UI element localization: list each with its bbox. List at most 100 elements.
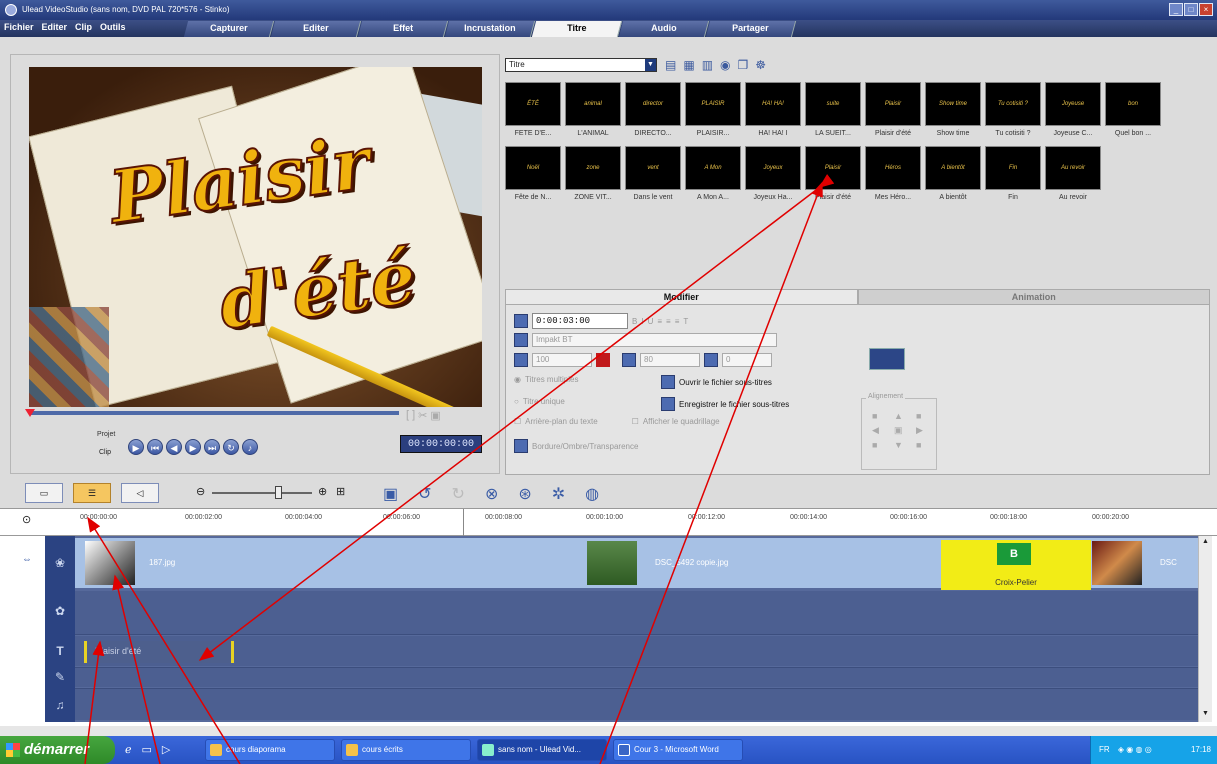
thumb-item[interactable]: Joyeux Joyeux Ha... <box>745 146 801 208</box>
scroll-down-icon[interactable]: ▼ <box>1202 710 1209 717</box>
copy-icon[interactable]: ❐ <box>738 58 749 72</box>
bold-icon[interactable]: B <box>632 317 637 326</box>
color-selector[interactable] <box>869 348 905 370</box>
audio-view-icon[interactable]: ◁ <box>121 483 159 503</box>
thumb-item[interactable]: Noël Fête de N... <box>505 146 561 208</box>
thumb-item[interactable]: HA! HA! HA! HA! I <box>745 82 801 144</box>
previous-frame-icon[interactable]: ◀ <box>166 439 182 455</box>
tab-audio[interactable]: Audio <box>618 21 710 37</box>
tab-capturer[interactable]: Capturer <box>183 21 275 37</box>
tab-modifier[interactable]: Modifier <box>505 289 858 304</box>
tray-icons[interactable]: ◈ ◉ ◍ ◎ <box>1118 745 1152 754</box>
align-left-icon[interactable]: ≡ <box>657 317 662 326</box>
ruler-menu-icon[interactable]: ⊙ <box>22 513 31 526</box>
thumb-item[interactable]: Plaisir Plaisir d'été <box>865 82 921 144</box>
undo-icon[interactable]: ↺ <box>418 484 431 504</box>
zoom-out-icon[interactable]: ⊖ <box>196 485 205 498</box>
size-field[interactable]: 100 <box>532 353 592 367</box>
thumb-item[interactable]: bon Quel bon ... <box>1105 82 1161 144</box>
clip-thumbnail-187[interactable] <box>85 541 135 585</box>
align-tl-icon[interactable]: ■ <box>872 411 890 421</box>
timeline-scrollbar[interactable]: ▲ ▼ <box>1198 536 1212 722</box>
thumb-item[interactable]: Joyeuse Joyeuse C... <box>1045 82 1101 144</box>
storyboard-view-icon[interactable]: ▭ <box>25 483 63 503</box>
batch-icon[interactable]: ⊛ <box>518 484 531 504</box>
thumb-item[interactable]: PLAISIR PLAISIR... <box>685 82 741 144</box>
scroll-up-icon[interactable]: ▲ <box>1202 538 1209 545</box>
minimize-icon[interactable]: _ <box>1169 3 1183 16</box>
library-category-select[interactable]: Titre <box>505 58 657 72</box>
align-right-icon[interactable]: ≡ <box>675 317 680 326</box>
radio-single-title[interactable]: ○ <box>514 397 519 406</box>
menu-fichier[interactable]: Fichier <box>4 22 34 32</box>
smart-render-icon[interactable]: ⊗ <box>485 484 498 504</box>
desktop-icon[interactable]: ▭ <box>142 743 152 756</box>
tab-editer[interactable]: Editer <box>270 21 362 37</box>
zoom-in-icon[interactable]: ⊕ <box>318 485 327 498</box>
mix-audio-icon[interactable]: ✲ <box>552 484 565 504</box>
task-cours-ecrits[interactable]: cours écrits <box>341 739 471 761</box>
tab-incrustation[interactable]: Incrustation <box>444 21 536 37</box>
chevron-down-icon[interactable]: ▼ <box>645 59 656 71</box>
language-indicator[interactable]: FR <box>1099 745 1110 754</box>
fullscreen-icon[interactable]: ▣ <box>430 409 440 422</box>
align-bl-icon[interactable]: ■ <box>872 440 890 450</box>
tab-animation[interactable]: Animation <box>857 289 1210 304</box>
thumb-item[interactable]: suite LA SUEIT... <box>805 82 861 144</box>
volume-icon[interactable]: ♪ <box>242 439 258 455</box>
next-frame-icon[interactable]: ▶ <box>185 439 201 455</box>
zoom-slider[interactable] <box>212 492 312 494</box>
tab-effet[interactable]: Effet <box>357 21 449 37</box>
align-ml-icon[interactable]: ◀ <box>872 425 890 436</box>
scrub-bar[interactable] <box>29 411 399 415</box>
border-button[interactable]: Bordure/Ombre/Transparence <box>532 442 638 451</box>
open-subtitles-button[interactable]: Ouvrir le fichier sous-titres <box>679 378 772 387</box>
tab-titre[interactable]: Titre <box>531 21 623 37</box>
align-tr-icon[interactable]: ■ <box>916 411 934 421</box>
clip-label-4[interactable]: DSC <box>1160 558 1177 567</box>
title-clip[interactable]: Plaisir d'été <box>84 641 234 663</box>
thumb-item[interactable]: A Mon A Mon A... <box>685 146 741 208</box>
align-br-icon[interactable]: ■ <box>916 440 934 450</box>
thumb-item[interactable]: animal L'ANIMAL <box>565 82 621 144</box>
zoom-slider-handle[interactable] <box>275 486 282 499</box>
task-cours-diaporama[interactable]: cours diaporama <box>205 739 335 761</box>
timeline-view-icon[interactable]: ☰ <box>73 483 111 503</box>
grid-icon[interactable]: ▥ <box>702 58 713 72</box>
folder-icon[interactable]: ▤ <box>665 58 676 72</box>
task-ulead[interactable]: sans nom - Ulead Vid... <box>477 739 607 761</box>
insert-media-icon[interactable]: ▣ <box>383 484 398 504</box>
line-spacing-field[interactable]: 80 <box>640 353 700 367</box>
home-icon[interactable]: ⏮ <box>147 439 163 455</box>
menu-editer[interactable]: Editer <box>42 22 68 32</box>
thumb-item[interactable]: director DIRECTO... <box>625 82 681 144</box>
options-icon[interactable]: ☸ <box>755 58 766 72</box>
media-icon[interactable]: ▷ <box>162 743 170 756</box>
maximize-icon[interactable]: □ <box>1184 3 1198 16</box>
duration-field[interactable]: 0:00:03:00 <box>532 313 628 329</box>
clip-label[interactable]: Clip <box>99 449 125 459</box>
thumb-item[interactable]: Show time Show time <box>925 82 981 144</box>
track-manager-icon[interactable]: ⇔ <box>22 554 32 565</box>
italic-icon[interactable]: I <box>641 317 643 326</box>
chapter-icon[interactable]: ◍ <box>585 484 599 504</box>
thumb-item[interactable]: Fin Fin <box>985 146 1041 208</box>
horizontal-scrollbar[interactable] <box>0 726 1217 736</box>
thumb-item[interactable]: Tu cotisiti ? Tu cotisiti ? <box>985 82 1041 144</box>
cut-icon[interactable]: ✂ <box>418 409 427 422</box>
timecode-display[interactable]: 00:00:00:00 <box>400 435 482 453</box>
tab-partager[interactable]: Partager <box>705 21 797 37</box>
thumb-item[interactable]: Héros Mes Héro... <box>865 146 921 208</box>
angle-field[interactable]: 0 <box>722 353 772 367</box>
clip-croix-pelier[interactable]: B Croix-Pelier <box>941 540 1091 590</box>
align-mr-icon[interactable]: ▶ <box>916 425 934 436</box>
fit-project-icon[interactable]: ⊞ <box>336 485 345 498</box>
align-center-icon[interactable]: ≡ <box>666 317 671 326</box>
clip-thumbnail-4[interactable] <box>1092 541 1142 585</box>
timeline-ruler[interactable]: ⊙ 00:00:00:00 00:00:02:00 00:00:04:00 00… <box>0 508 1217 537</box>
task-word[interactable]: Cour 3 - Microsoft Word <box>613 739 743 761</box>
save-subtitles-button[interactable]: Enregistrer le fichier sous-titres <box>679 400 789 409</box>
save-icon[interactable]: ▦ <box>683 58 694 72</box>
font-select[interactable]: Impakt BT <box>532 333 777 347</box>
underline-icon[interactable]: U <box>648 317 654 326</box>
